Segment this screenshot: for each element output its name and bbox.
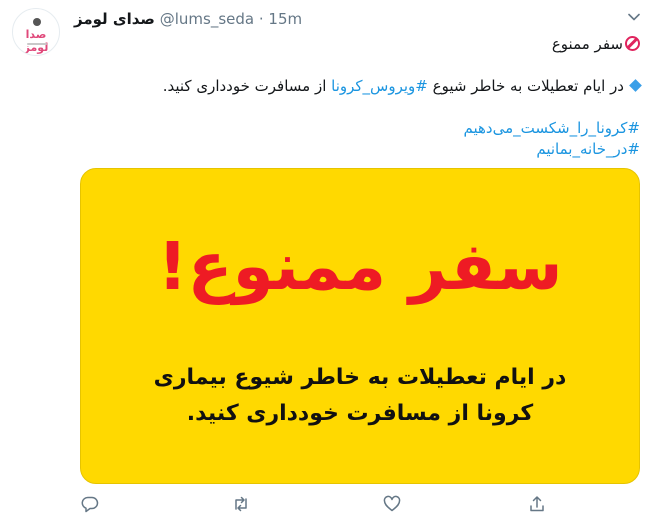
display-name[interactable]: صدای لومز [74, 10, 155, 28]
hashtag-link-defeat-corona[interactable]: #کرونا_را_شکست_می‌دهیم [464, 119, 640, 137]
tweet-text-line-1: سفر ممنوع [74, 34, 640, 54]
hashtag-line-1: #کرونا_را_شکست_می‌دهیم [74, 118, 640, 138]
hashtag-link-stay-home[interactable]: #در_خانه_بمانیم [536, 140, 640, 158]
retweet-icon[interactable] [231, 494, 251, 514]
tweet-media-image[interactable]: سفر ممنوع! در ایام تعطیلات به خاطر شیوع … [80, 168, 640, 484]
avatar-underline [27, 43, 47, 45]
tweet-title-text: سفر ممنوع [551, 35, 623, 53]
hashtag-link-virus[interactable]: #ویروس_کرونا [331, 77, 428, 95]
share-icon[interactable] [527, 494, 547, 514]
tweet-timestamp[interactable]: 15m [268, 10, 302, 28]
avatar-logo-text: صدا لومز [23, 28, 49, 54]
separator-dot: · [258, 10, 264, 28]
tweet-actions-bar [0, 494, 657, 514]
heart-icon[interactable] [382, 494, 402, 514]
reply-icon[interactable] [80, 494, 100, 514]
microphone-icon [33, 18, 41, 26]
tweet-header: صدای لومز @lums_seda · 15m [74, 9, 302, 29]
tweet-text-line-2: در ایام تعطیلات به خاطر شیوع #ویروس_کرون… [74, 76, 642, 96]
chevron-down-icon[interactable] [627, 10, 641, 24]
media-headline: سفر ممنوع! [157, 228, 563, 305]
small-blue-diamond-icon [629, 79, 642, 92]
tweet-body-after: از مسافرت خودداری کنید. [162, 77, 332, 95]
avatar[interactable]: صدا لومز [12, 8, 60, 56]
hashtag-line-2: #در_خانه_بمانیم [74, 139, 640, 159]
tweet-card[interactable]: صدا لومز صدای لومز @lums_seda · 15m سفر … [0, 0, 657, 523]
media-subtitle-line-2: کرونا از مسافرت خودداری کنید. [186, 401, 534, 426]
no-entry-icon [625, 36, 640, 51]
tweet-body-before: در ایام تعطیلات به خاطر شیوع [427, 77, 624, 95]
media-subtitle-line-1: در ایام تعطیلات به خاطر شیوع بیماری [153, 365, 567, 390]
user-handle[interactable]: @lums_seda [160, 10, 254, 28]
